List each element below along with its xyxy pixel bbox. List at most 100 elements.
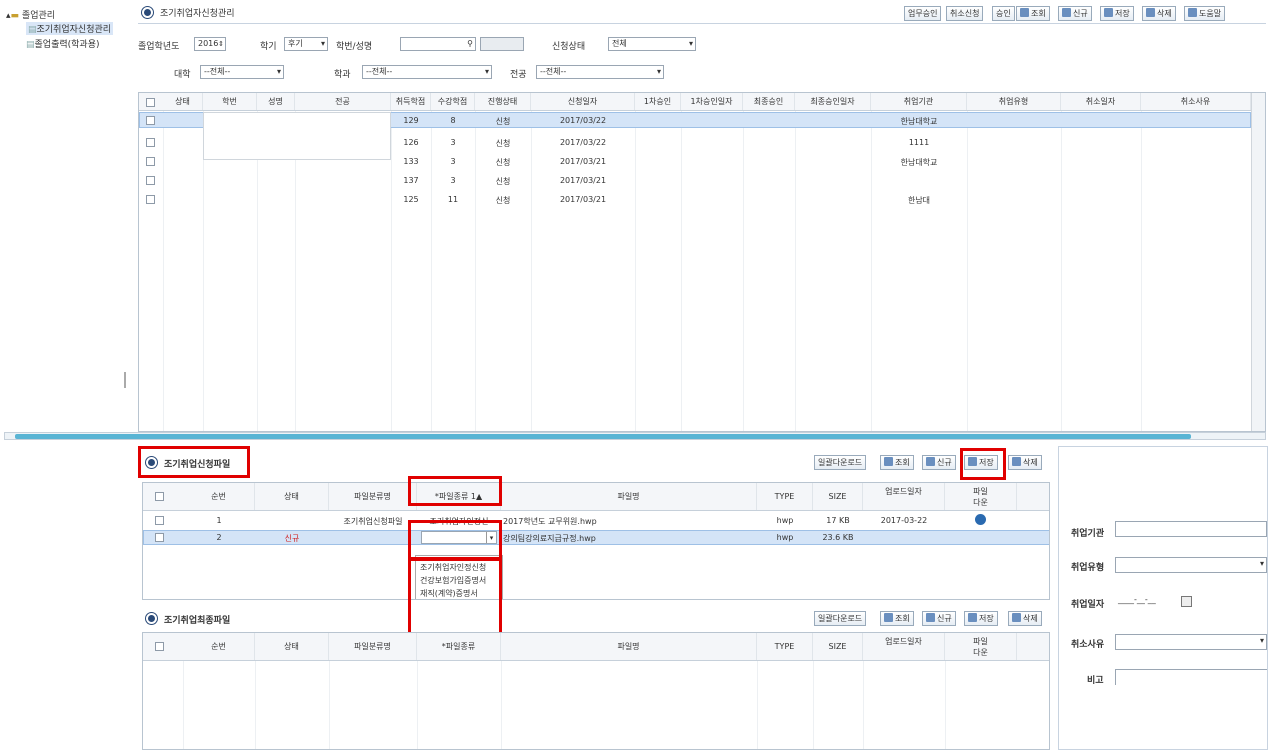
approve-button[interactable]: 승인 [992,6,1015,21]
download-icon[interactable] [975,514,986,525]
bulk-download-button[interactable]: 일괄다운로드 [814,611,867,626]
save-button[interactable]: 저장 [1100,6,1134,21]
col-category[interactable]: 파일분류명 [329,483,417,510]
tree-item-graduation-print[interactable]: ▤졸업출력(학과용) [26,37,100,50]
save-icon [968,613,977,622]
col-file-kind-label: *파일종류 [434,492,469,501]
col-final-approval-date[interactable]: 최종승인일자 [795,93,871,110]
col-size[interactable]: SIZE [813,483,863,510]
col-upload-date[interactable]: 업로드일자 [863,483,945,510]
col-approval1[interactable]: 1차승인 [635,93,681,110]
col-taking-credits[interactable]: 수강학점 [431,93,475,110]
student-input[interactable]: ⚲ [400,37,476,51]
row-checkbox[interactable] [146,176,155,185]
col-status[interactable]: 상태 [255,633,329,660]
search-icon[interactable]: ⚲ [467,38,473,50]
new-button[interactable]: 신규 [922,611,956,626]
delete-button[interactable]: 삭제 [1142,6,1176,21]
dropdown-option[interactable]: 조기취업자인정신청 [420,562,486,573]
row-checkbox[interactable] [146,138,155,147]
search-button[interactable]: 조회 [1016,6,1050,21]
org-input[interactable] [1115,521,1267,537]
col-size[interactable]: SIZE [813,633,863,660]
major-value: --전체-- [540,67,567,76]
search-button[interactable]: 조회 [880,455,914,470]
major-select[interactable]: --전체-- [536,65,664,79]
col-type[interactable]: TYPE [757,483,813,510]
vertical-scrollbar[interactable] [1251,93,1265,431]
select-all-checkbox[interactable] [146,98,155,107]
select-all-checkbox[interactable] [155,642,164,651]
row-checkbox[interactable] [146,195,155,204]
status-select[interactable]: 전체 [608,37,696,51]
col-cancel-date[interactable]: 취소일자 [1061,93,1141,110]
select-all-checkbox[interactable] [155,492,164,501]
col-employ-type[interactable]: 취업유형 [967,93,1061,110]
col-seq[interactable]: 순번 [183,483,255,510]
chevron-down-icon[interactable]: ▾ [486,532,496,543]
bulk-download-button[interactable]: 일괄다운로드 [814,455,867,470]
save-button[interactable]: 저장 [964,455,998,470]
col-download[interactable]: 파일다운 [945,633,1017,660]
help-button[interactable]: 도움말 [1184,6,1226,21]
row-seq: 1 [216,516,222,525]
new-button[interactable]: 신규 [1058,6,1092,21]
col-progress[interactable]: 진행상태 [475,93,531,110]
col-name[interactable]: 성명 [257,93,295,110]
calendar-icon[interactable] [1181,596,1192,607]
cancel-reason-select[interactable] [1115,634,1267,650]
row-checkbox[interactable] [155,533,164,542]
date-input[interactable]: ____-__-__ [1115,594,1177,610]
row-credits: 129 [403,116,419,125]
search-button[interactable]: 조회 [880,611,914,626]
filter-panel: 졸업학년도 2016⇕ 학기 후기 학번/성명 ⚲ 신청상태 전체 대학 --전… [138,30,1266,86]
col-file-kind[interactable]: *파일종류 [417,633,501,660]
col-status[interactable]: 상태 [163,93,203,110]
col-upload-date[interactable]: 업로드일자 [863,633,945,660]
col-major[interactable]: 전공 [295,93,391,110]
tree-item-label: 조기취업자신청관리 [36,25,112,35]
col-file-name[interactable]: 파일명 [501,633,757,660]
col-type[interactable]: TYPE [757,633,813,660]
row-checkbox[interactable] [146,157,155,166]
splitter-handle[interactable] [124,372,126,388]
col-approval1-date[interactable]: 1차승인일자 [681,93,743,110]
delete-button[interactable]: 삭제 [1008,455,1042,470]
cancel-request-button[interactable]: 취소신청 [946,6,984,21]
college-select[interactable]: --전체-- [200,65,284,79]
row-checkbox[interactable] [155,516,164,525]
col-apply-date[interactable]: 신청일자 [531,93,635,110]
col-seq[interactable]: 순번 [183,633,255,660]
col-earned-credits[interactable]: 취득학점 [391,93,431,110]
col-employer[interactable]: 취업기관 [871,93,967,110]
col-status[interactable]: 상태 [255,483,329,510]
col-student-no[interactable]: 학번 [203,93,257,110]
scroll-thumb[interactable] [15,434,1191,439]
col-category[interactable]: 파일분류명 [329,633,417,660]
new-button[interactable]: 신규 [922,455,956,470]
tree-item-early-employment[interactable]: ▤조기취업자신청관리 [26,22,114,35]
row-checkbox[interactable] [146,116,155,125]
dept-select[interactable]: --전체-- [362,65,492,79]
delete-button[interactable]: 삭제 [1008,611,1042,626]
type-select[interactable] [1115,557,1267,573]
semester-select[interactable]: 후기 [284,37,328,51]
approve-task-button[interactable]: 업무승인 [904,6,942,21]
col-cancel-reason[interactable]: 취소사유 [1141,93,1251,110]
col-file-name[interactable]: 파일명 [501,483,757,510]
file-kind-select[interactable]: ▾ [421,531,497,544]
apply-files-grid: 순번 상태 파일분류명 *파일종류 1▲ 파일명 TYPE SIZE 업로드일자… [142,482,1050,600]
horizontal-scrollbar[interactable] [4,432,1266,440]
row-state: 신청 [495,158,511,167]
dropdown-option[interactable]: 재직(계약)증명서 [420,588,478,599]
note-input[interactable] [1115,669,1267,685]
dropdown-option[interactable]: 건강보험가입증명서 [420,575,486,586]
grad-year-spinner[interactable]: 2016 ⇕ [194,37,226,51]
col-download[interactable]: 파일다운 [945,483,1017,510]
col-file-kind[interactable]: *파일종류 1▲ [417,483,501,510]
grad-year-label: 졸업학년도 [138,42,180,52]
tree-root[interactable]: ▴▬ 졸업관리 [6,8,55,21]
save-button[interactable]: 저장 [964,611,998,626]
col-final-approval[interactable]: 최종승인 [743,93,795,110]
spinner-arrows-icon[interactable]: ⇕ [218,38,224,50]
